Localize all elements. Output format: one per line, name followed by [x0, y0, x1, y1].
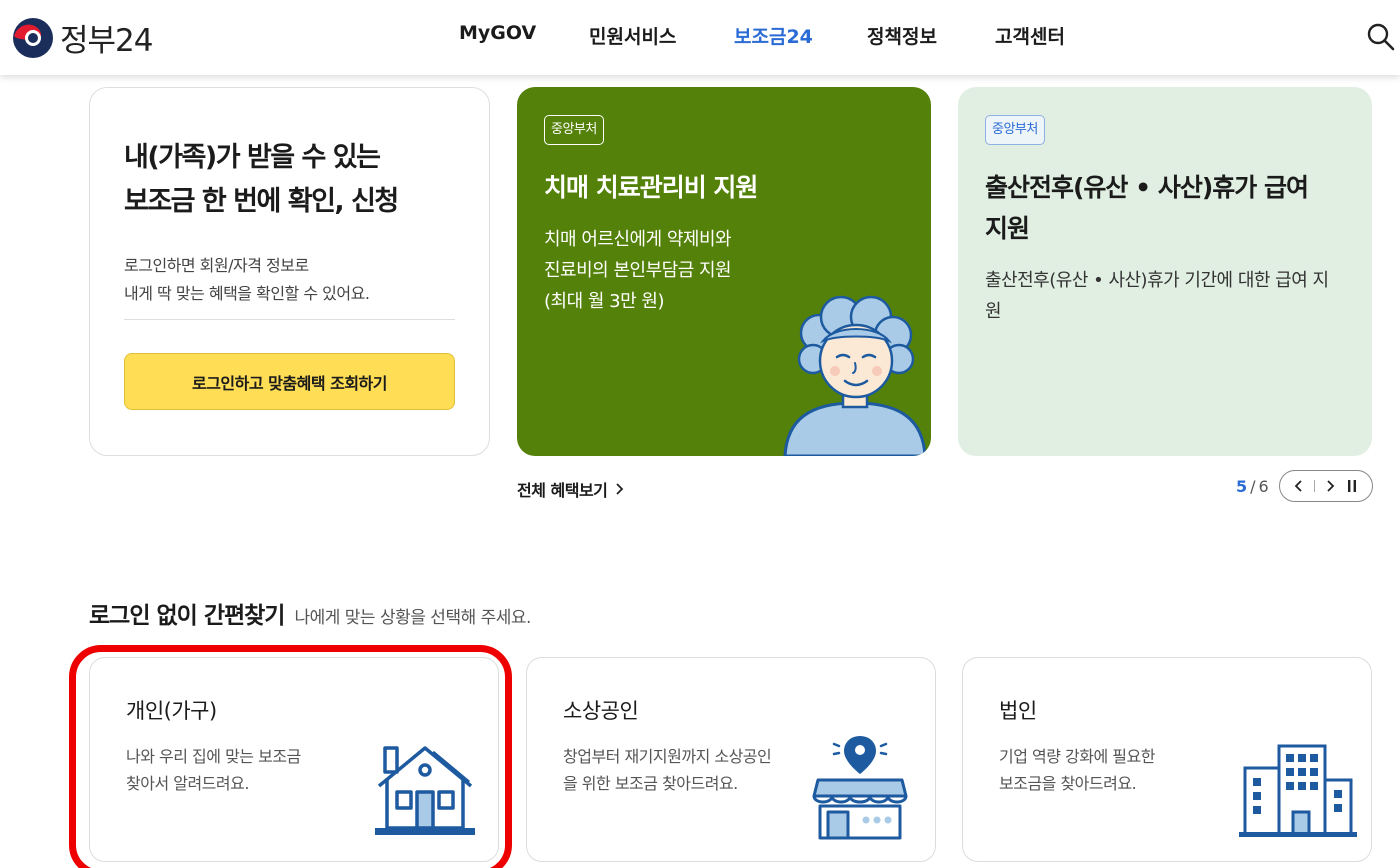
intro-title-line: 보조금 한 번에 확인, 신청	[124, 186, 399, 217]
chevron-right-icon	[1326, 480, 1334, 492]
pager-divider	[1313, 480, 1315, 492]
chevron-right-icon	[616, 483, 624, 495]
pause-icon	[1348, 480, 1357, 492]
quick-search-heading: 로그인 없이 간편찾기 나에게 맞는 상황을 선택해 주세요.	[89, 596, 531, 630]
intro-desc-line: 로그인하면 회원/자격 정보로	[124, 256, 309, 275]
category-desc-line: 기업 역량 강화에 필요한	[999, 747, 1155, 766]
ministry-badge: 중앙부처	[985, 115, 1045, 145]
slide-description: 치매 어르신에게 약제비와 진료비의 본인부담금 지원 (최대 월 3만 원)	[544, 224, 732, 317]
nav-item-customer-center[interactable]: 고객센터	[995, 22, 1065, 49]
intro-desc-line: 내게 딱 맞는 혜택을 확인할 수 있어요.	[124, 284, 370, 303]
divider	[124, 319, 455, 320]
nav-item-policy-info[interactable]: 정책정보	[867, 22, 937, 49]
slide-desc-line: 진료비의 본인부담금 지원	[544, 260, 732, 281]
slide-title-line: 출산전후(유산 • 사산)휴가 급여	[985, 173, 1309, 202]
section-subtitle: 나에게 맞는 상황을 선택해 주세요.	[294, 608, 531, 628]
subsidy-intro-card: 내(가족)가 받을 수 있는 보조금 한 번에 확인, 신청 로그인하면 회원/…	[89, 87, 490, 456]
category-description: 나와 우리 집에 맞는 보조금 찾아서 알려드려요.	[126, 743, 356, 797]
view-all-benefits-link[interactable]: 전체 혜택보기	[517, 477, 625, 501]
pager-current: 5	[1236, 476, 1248, 496]
search-icon[interactable]	[1366, 22, 1396, 52]
slide-title: 출산전후(유산 • 사산)휴가 급여 지원	[985, 167, 1345, 249]
slide-maternity-leave[interactable]: 중앙부처 출산전후(유산 • 사산)휴가 급여 지원 출산전후(유산 • 사산)…	[958, 87, 1372, 456]
site-header: 정부24 MyGOV 민원서비스 보조금24 정책정보 고객센터	[0, 0, 1400, 75]
pause-slide-button[interactable]	[1346, 479, 1358, 493]
store-icon	[812, 736, 908, 840]
category-title: 개인(가구)	[126, 699, 217, 723]
category-card-small-business[interactable]: 소상공인 창업부터 재기지원까지 소상공인 을 위한 보조금 찾아드려요.	[526, 657, 936, 862]
building-icon	[1239, 744, 1357, 837]
intro-title-line: 내(가족)가 받을 수 있는	[124, 142, 381, 173]
ministry-badge: 중앙부처	[544, 115, 604, 145]
slide-pager: 5 / 6	[1236, 470, 1373, 502]
nav-item-civil-services[interactable]: 민원서비스	[589, 22, 676, 49]
intro-title: 내(가족)가 받을 수 있는 보조금 한 번에 확인, 신청	[124, 136, 464, 224]
slide-dementia-support[interactable]: 중앙부처 치매 치료관리비 지원 치매 어르신에게 약제비와 진료비의 본인부담…	[517, 87, 931, 456]
category-desc-line: 을 위한 보조금 찾아드려요.	[563, 774, 738, 793]
house-icon	[375, 746, 475, 835]
chevron-left-icon	[1294, 480, 1302, 492]
main-nav: MyGOV 민원서비스 보조금24 정책정보 고객센터	[0, 22, 1400, 52]
category-title: 소상공인	[563, 699, 639, 723]
slide-desc-line: 원	[985, 301, 1002, 322]
slide-desc-line: 출산전후(유산 • 사산)휴가 기간에 대한 급여 지	[985, 270, 1329, 291]
login-lookup-button[interactable]: 로그인하고 맞춤혜택 조회하기	[124, 353, 455, 410]
nav-item-mygov[interactable]: MyGOV	[459, 22, 536, 44]
slide-title-line: 지원	[985, 214, 1030, 243]
category-description: 창업부터 재기지원까지 소상공인 을 위한 보조금 찾아드려요.	[563, 743, 793, 797]
category-desc-line: 나와 우리 집에 맞는 보조금	[126, 747, 301, 766]
category-desc-line: 창업부터 재기지원까지 소상공인	[563, 747, 772, 766]
section-title: 로그인 없이 간편찾기	[89, 603, 285, 629]
slide-desc-line: 치매 어르신에게 약제비와	[544, 229, 732, 250]
category-desc-line: 찾아서 알려드려요.	[126, 774, 249, 793]
slide-description: 출산전후(유산 • 사산)휴가 기간에 대한 급여 지 원	[985, 265, 1350, 327]
pager-separator: /	[1250, 476, 1256, 496]
pager-controls	[1278, 470, 1373, 502]
category-description: 기업 역량 강화에 필요한 보조금을 찾아드려요.	[999, 743, 1229, 797]
category-desc-line: 보조금을 찾아드려요.	[999, 774, 1137, 793]
pager-total: 6	[1258, 476, 1269, 496]
view-all-label: 전체 혜택보기	[517, 481, 608, 500]
category-card-corporation[interactable]: 법인 기업 역량 강화에 필요한 보조금을 찾아드려요.	[962, 657, 1372, 862]
category-card-individual[interactable]: 개인(가구) 나와 우리 집에 맞는 보조금 찾아서 알려드려요.	[89, 657, 499, 862]
elderly-woman-illustration	[783, 295, 927, 456]
slide-title: 치매 치료관리비 지원	[544, 173, 758, 202]
slide-desc-line: (최대 월 3만 원)	[544, 291, 664, 312]
nav-item-subsidy24[interactable]: 보조금24	[734, 22, 813, 49]
category-title: 법인	[999, 699, 1037, 723]
next-slide-button[interactable]	[1326, 479, 1336, 493]
intro-description: 로그인하면 회원/자격 정보로 내게 딱 맞는 혜택을 확인할 수 있어요.	[124, 252, 370, 308]
prev-slide-button[interactable]	[1293, 479, 1303, 493]
